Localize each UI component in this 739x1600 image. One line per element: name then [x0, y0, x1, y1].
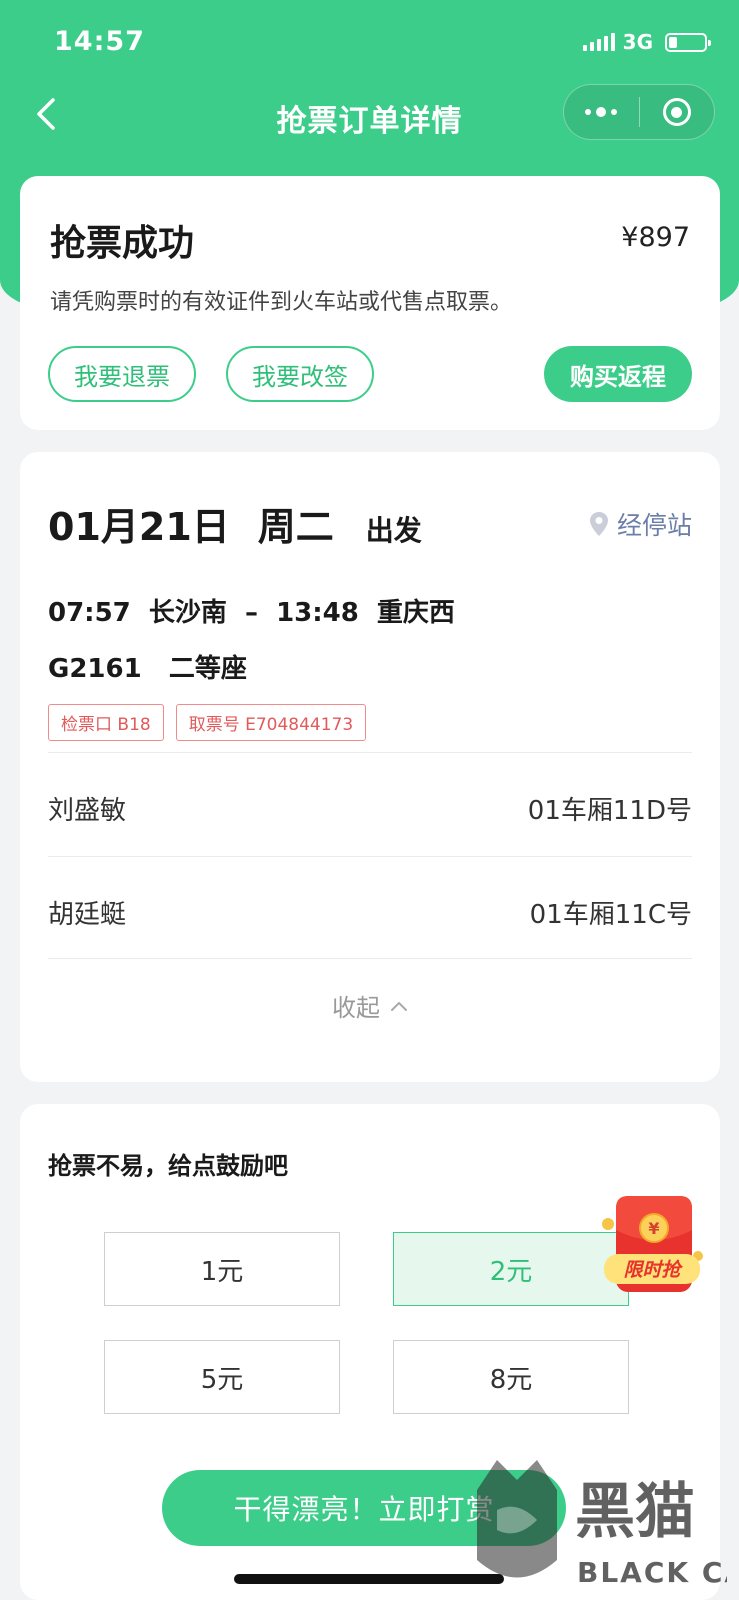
collapse-label: 收起	[332, 994, 380, 1022]
order-status-title: 抢票成功	[50, 223, 195, 264]
divider	[48, 958, 692, 959]
chevron-up-icon	[391, 1001, 407, 1011]
departure-date: 01月21日	[48, 505, 230, 549]
stops-label: 经停站	[616, 511, 692, 540]
order-status-card: 抢票成功 ¥897 请凭购票时的有效证件到火车站或代售点取票。 我要退票 我要改…	[20, 176, 720, 430]
pickup-number-tag: 取票号 E704844173	[175, 704, 367, 741]
network-type: 3G	[622, 30, 653, 54]
reward-title: 抢票不易，给点鼓励吧	[48, 1152, 288, 1180]
reward-option-5[interactable]: 5元	[104, 1340, 340, 1414]
svg-text:¥: ¥	[648, 1219, 659, 1238]
divider	[48, 856, 692, 857]
ticket-tags: 检票口 B18 取票号 E704844173	[48, 704, 367, 741]
location-pin-icon	[589, 512, 608, 536]
status-time: 14:57	[54, 26, 145, 57]
passenger-row: 刘盛敏 01车厢11D号	[48, 790, 692, 827]
passenger-name: 刘盛敏	[48, 796, 127, 826]
gate-tag: 检票口 B18	[48, 704, 164, 741]
close-miniprogram-button[interactable]	[640, 85, 715, 139]
train-and-class: G2161 二等座	[48, 654, 247, 684]
navigation-bar: 抢票订单详情	[0, 84, 739, 144]
pickup-note: 请凭购票时的有效证件到火车站或代售点取票。	[50, 290, 513, 315]
red-envelope-icon[interactable]: ¥ 限时抢	[598, 1190, 706, 1302]
stops-link[interactable]: 经停站	[589, 506, 692, 542]
collapse-button[interactable]: 收起	[20, 988, 720, 1023]
more-dots-icon	[585, 107, 618, 117]
promo-badge-text: 限时抢	[623, 1259, 683, 1281]
trip-detail-card: 01月21日 周二 出发 经停站 07:57 长沙南 – 13:48 重庆西 G…	[20, 452, 720, 1082]
passenger-name: 胡廷蜓	[48, 900, 127, 930]
reward-option-8[interactable]: 8元	[393, 1340, 629, 1414]
passenger-seat: 01车厢11C号	[529, 900, 692, 930]
order-price: ¥897	[621, 222, 690, 253]
watermark-cn: 黑猫	[575, 1477, 695, 1547]
route-times: 07:57 长沙南 – 13:48 重庆西	[48, 598, 455, 628]
miniprogram-capsule	[563, 84, 715, 140]
passenger-seat: 01车厢11D号	[527, 796, 692, 826]
change-ticket-button[interactable]: 我要改签	[226, 346, 374, 402]
depart-label: 出发	[365, 514, 422, 547]
more-button[interactable]	[564, 85, 639, 139]
divider	[48, 752, 692, 753]
departure-weekday: 周二	[257, 505, 334, 549]
watermark-en: BLACK CAT	[577, 1556, 727, 1589]
battery-icon	[665, 32, 711, 52]
target-icon	[662, 98, 691, 126]
refund-button[interactable]: 我要退票	[48, 346, 196, 402]
home-indicator	[234, 1574, 504, 1584]
signal-icon	[582, 33, 615, 51]
departure-date-row: 01月21日 周二 出发	[48, 496, 422, 551]
buy-return-button[interactable]: 购买返程	[544, 346, 692, 402]
status-bar: 14:57 3G	[0, 0, 739, 88]
reward-option-2-selected[interactable]: 2元	[393, 1232, 629, 1306]
status-indicators: 3G	[582, 30, 711, 54]
passenger-row: 胡廷蜓 01车厢11C号	[48, 894, 692, 931]
reward-option-1[interactable]: 1元	[104, 1232, 340, 1306]
